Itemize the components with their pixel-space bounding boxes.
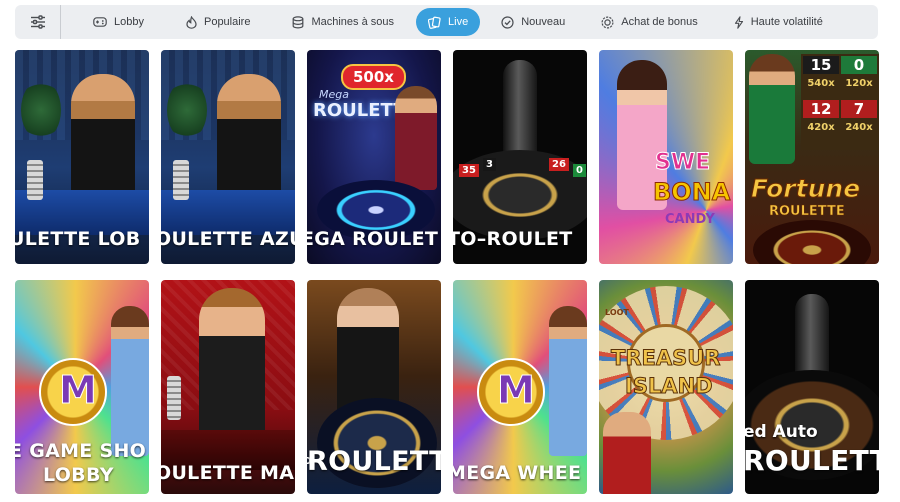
- board-number: 7: [841, 100, 877, 118]
- tab-label: Live: [448, 16, 469, 28]
- wheel-number: 26: [549, 158, 569, 171]
- game-logo: SWE: [654, 150, 711, 176]
- board-multiplier: 120x: [845, 78, 873, 89]
- game-title: ULETTE LOB: [15, 228, 141, 250]
- dealer-figure: [395, 86, 437, 190]
- dealer-figure: [549, 306, 587, 456]
- game-logo: TREASUR: [610, 346, 721, 371]
- game-title-line2: LOBBY: [43, 464, 114, 486]
- game-card-roulette-lobby[interactable]: ULETTE LOB: [15, 50, 149, 264]
- game-logo: Fortune: [750, 174, 861, 204]
- game-card-treasure-island[interactable]: LOOT TREASUR ISLAND: [599, 280, 733, 494]
- game-logo: ISLAND: [625, 374, 714, 399]
- game-logo: M: [497, 368, 536, 413]
- dealer-figure: [603, 412, 651, 494]
- game-card-sweet-bonanza-candyland[interactable]: SWE BONA CANDY: [599, 50, 733, 264]
- lightning-icon: [734, 15, 743, 29]
- game-title: TO–ROULET: [453, 228, 573, 250]
- game-card-fortune-roulette[interactable]: 15 0 540x 120x 12 7 420x 240x Fortune RO…: [745, 50, 879, 264]
- game-card-roulette-macao[interactable]: OULETTE MAC: [161, 280, 295, 494]
- tab-label: Populaire: [203, 16, 251, 28]
- roulette-wheel-decor: [753, 220, 871, 264]
- game-logo: CANDY: [665, 212, 715, 227]
- game-title: OULETTE MAC: [161, 462, 295, 484]
- cards-icon: [428, 16, 441, 29]
- board-number: 0: [841, 56, 877, 74]
- tab-achat-de-bonus[interactable]: Achat de bonus: [590, 8, 708, 36]
- filter-button[interactable]: [15, 5, 61, 39]
- game-logo: M: [59, 368, 98, 413]
- tab-label: Lobby: [114, 16, 144, 28]
- tab-label: Haute volatilité: [750, 16, 823, 28]
- wheel-number: 35: [459, 164, 479, 177]
- tab-label: Machines à sous: [311, 16, 395, 28]
- tab-label: Achat de bonus: [621, 16, 698, 28]
- game-card-game-show-lobby[interactable]: M E GAME SHO LOBBY: [15, 280, 149, 494]
- board-multiplier: 240x: [845, 122, 873, 133]
- game-title: ROULETTE: [745, 444, 879, 477]
- game-title: E GAME SHO: [15, 440, 147, 462]
- tab-haute-volatilite[interactable]: Haute volatilité: [723, 8, 834, 36]
- gamepad-icon: [93, 17, 107, 27]
- tab-label: Nouveau: [521, 16, 566, 28]
- tab-live[interactable]: Live: [416, 8, 481, 36]
- plant-decor: [21, 80, 61, 140]
- tab-machines-a-sous[interactable]: Machines à sous: [281, 8, 405, 36]
- dealer-figure: [199, 288, 265, 448]
- board-multiplier: 540x: [807, 78, 835, 89]
- game-grid: ULETTE LOB OULETTE AZU 500x Mega ROULETT…: [15, 50, 879, 494]
- board-number: 15: [803, 56, 839, 74]
- game-title-prefix: ed Auto: [745, 422, 818, 442]
- gear-badge-icon: [601, 15, 614, 29]
- flame-icon: [186, 15, 197, 29]
- wheel-number: 3: [483, 158, 496, 171]
- tab-nouveau[interactable]: Nouveau: [490, 8, 576, 36]
- game-logo: BONA: [652, 178, 731, 207]
- wheel-number: 0: [573, 164, 586, 177]
- sliders-icon: [30, 15, 45, 29]
- tab-populaire[interactable]: Populaire: [175, 8, 261, 36]
- category-nav-bar: Lobby Populaire Machines à sous Live Nou…: [15, 5, 878, 39]
- tab-lobby[interactable]: Lobby: [82, 8, 155, 36]
- coin-stack-icon: [293, 15, 304, 29]
- chip-stack-decor: [173, 160, 189, 200]
- game-card-speed-auto-roulette[interactable]: ed Auto ROULETTE: [745, 280, 879, 494]
- chip-stack-decor: [27, 160, 43, 200]
- dealer-figure: [111, 306, 149, 456]
- dealer-figure: [749, 54, 795, 164]
- game-card-mega-wheel[interactable]: M MEGA WHEE: [453, 280, 587, 494]
- game-card-auto-roulette[interactable]: 35 3 26 0 TO–ROULET: [453, 50, 587, 264]
- game-card-mega-roulette[interactable]: 500x Mega ROULETTE EGA ROULET: [307, 50, 441, 264]
- segment-label: LOOT: [605, 308, 629, 317]
- game-title: MEGA WHEE: [453, 462, 582, 484]
- multiplier-board: 15 0 540x 120x 12 7 420x 240x: [801, 54, 879, 150]
- plant-decor: [167, 80, 207, 140]
- game-title: OULETTE AZU: [161, 228, 295, 250]
- game-logo: ROULETTE: [769, 204, 845, 220]
- game-title: EGA ROULET: [307, 228, 439, 250]
- board-multiplier: 420x: [807, 122, 835, 133]
- multiplier-badge: 500x: [341, 64, 406, 90]
- game-card-roulette[interactable]: O ROULETT: [307, 280, 441, 494]
- check-circle-icon: [501, 15, 514, 29]
- chip-stack-decor: [167, 376, 181, 420]
- board-number: 12: [803, 100, 839, 118]
- game-card-roulette-azure[interactable]: OULETTE AZU: [161, 50, 295, 264]
- game-title: ROULETT: [307, 446, 441, 477]
